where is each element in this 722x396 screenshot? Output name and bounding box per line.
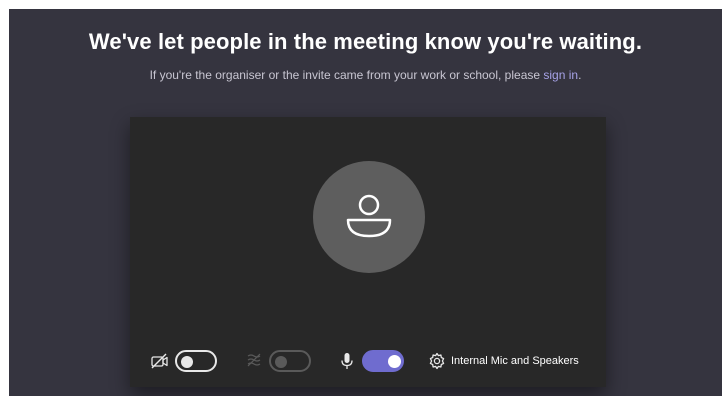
device-settings-label[interactable]: Internal Mic and Speakers	[451, 355, 579, 367]
microphone-toggle[interactable]	[362, 350, 404, 372]
prejoin-screen: We've let people in the meeting know you…	[9, 9, 722, 396]
subtitle-period: .	[578, 68, 582, 82]
microphone-icon[interactable]	[337, 351, 357, 371]
avatar	[313, 161, 425, 273]
device-controls: Internal Mic and Speakers	[130, 347, 606, 377]
video-preview: Internal Mic and Speakers	[130, 117, 606, 387]
subtitle-text: If you're the organiser or the invite ca…	[149, 68, 544, 82]
background-blur-icon	[247, 353, 261, 367]
background-blur-toggle[interactable]	[269, 350, 311, 372]
microphone-toggle-knob	[388, 355, 401, 368]
background-blur-toggle-knob	[275, 356, 287, 368]
person-icon	[346, 194, 392, 238]
page-title: We've let people in the meeting know you…	[88, 29, 643, 54]
sign-in-link[interactable]: sign in	[543, 68, 578, 82]
camera-toggle-knob	[181, 356, 193, 368]
camera-off-icon[interactable]	[150, 351, 170, 371]
page-subtitle: If you're the organiser or the invite ca…	[9, 68, 722, 82]
camera-toggle[interactable]	[175, 350, 217, 372]
gear-icon[interactable]	[427, 351, 447, 371]
